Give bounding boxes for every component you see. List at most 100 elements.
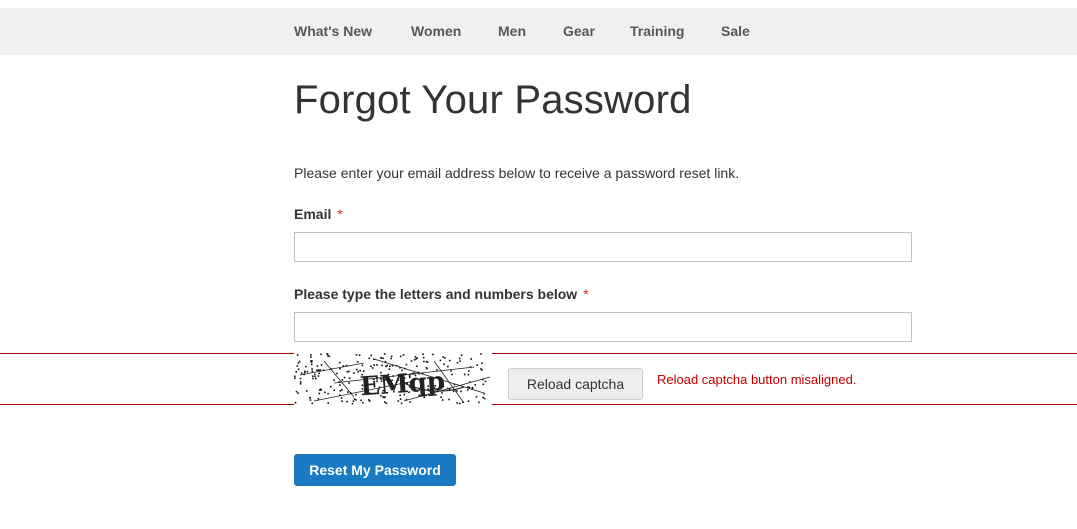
captcha-noise-dot bbox=[464, 373, 466, 376]
nav-item-training[interactable]: Training bbox=[630, 8, 684, 55]
captcha-noise-dot bbox=[317, 397, 320, 400]
captcha-noise-dot bbox=[353, 372, 355, 374]
captcha-noise-dot bbox=[483, 397, 486, 400]
captcha-noise-dot bbox=[451, 373, 453, 376]
captcha-noise-dot bbox=[482, 383, 485, 386]
captcha-noise-dot bbox=[410, 360, 413, 362]
captcha-noise-dot bbox=[385, 402, 388, 405]
captcha-noise-dot bbox=[333, 379, 335, 381]
captcha-noise-dot bbox=[452, 390, 455, 393]
captcha-noise-dot bbox=[459, 402, 461, 405]
captcha-noise-dot bbox=[315, 377, 317, 380]
captcha-noise-dot bbox=[341, 400, 343, 402]
captcha-noise-dot bbox=[444, 357, 446, 359]
captcha-noise-dot bbox=[470, 358, 472, 360]
captcha-noise-dot bbox=[340, 397, 343, 399]
captcha-noise-dot bbox=[296, 365, 299, 367]
captcha-noise-dot bbox=[298, 360, 301, 363]
captcha-noise-dot bbox=[305, 365, 307, 368]
captcha-noise-dot bbox=[306, 370, 309, 373]
main-navigation: What's New Women Men Gear Training Sale bbox=[0, 8, 1077, 55]
captcha-noise-dot bbox=[341, 379, 344, 381]
captcha-noise-dot bbox=[347, 391, 349, 393]
captcha-noise-dot bbox=[415, 358, 417, 360]
captcha-noise-dot bbox=[330, 385, 332, 388]
captcha-noise-dot bbox=[339, 390, 342, 392]
captcha-noise-dot bbox=[317, 375, 320, 377]
captcha-noise-dot bbox=[484, 380, 487, 383]
captcha-noise-dot bbox=[355, 368, 358, 371]
captcha-noise-dot bbox=[416, 365, 418, 367]
required-marker: * bbox=[337, 206, 343, 222]
captcha-noise-dot bbox=[399, 355, 402, 358]
page-title: Forgot Your Password bbox=[294, 78, 692, 122]
captcha-noise-dot bbox=[439, 359, 442, 362]
captcha-noise-dot bbox=[320, 353, 322, 356]
captcha-noise-dot bbox=[432, 353, 434, 356]
captcha-noise-dot bbox=[383, 401, 386, 403]
captcha-noise-dot bbox=[305, 390, 308, 392]
captcha-noise-dot bbox=[389, 365, 391, 368]
captcha-noise-dot bbox=[358, 354, 361, 356]
captcha-image: EMqp bbox=[294, 353, 492, 405]
captcha-noise-dot bbox=[456, 402, 458, 404]
captcha-noise-dot bbox=[297, 362, 300, 364]
captcha-noise-dot bbox=[476, 364, 478, 366]
captcha-noise-dot bbox=[338, 361, 341, 364]
captcha-input[interactable] bbox=[294, 312, 912, 342]
captcha-noise-dot bbox=[468, 370, 470, 372]
captcha-noise-dot bbox=[333, 389, 336, 391]
captcha-label: Please type the letters and numbers belo… bbox=[294, 286, 589, 302]
email-label: Email * bbox=[294, 206, 343, 222]
captcha-noise-dot bbox=[319, 369, 322, 371]
annotation-note: Reload captcha button misaligned. bbox=[657, 372, 857, 387]
captcha-noise-dot bbox=[320, 364, 323, 366]
captcha-noise-dot bbox=[352, 400, 355, 402]
captcha-noise-dot bbox=[316, 365, 319, 367]
email-field[interactable] bbox=[294, 232, 912, 262]
captcha-noise-dot bbox=[368, 357, 371, 360]
captcha-noise-dot bbox=[311, 370, 314, 373]
nav-item-women[interactable]: Women bbox=[411, 8, 461, 55]
captcha-noise-dot bbox=[295, 390, 298, 393]
captcha-noise-dot bbox=[299, 381, 302, 383]
captcha-noise-dot bbox=[381, 364, 383, 367]
captcha-noise-dot bbox=[324, 391, 326, 394]
captcha-noise-dot bbox=[336, 372, 338, 375]
captcha-noise-dot bbox=[385, 365, 387, 368]
nav-item-men[interactable]: Men bbox=[498, 8, 526, 55]
nav-item-gear[interactable]: Gear bbox=[563, 8, 595, 55]
email-label-text: Email bbox=[294, 206, 332, 222]
captcha-noise-dot bbox=[310, 356, 312, 358]
highlight-line-top bbox=[0, 353, 1077, 354]
nav-item-sale[interactable]: Sale bbox=[721, 8, 750, 55]
captcha-noise-dot bbox=[355, 393, 357, 396]
captcha-noise-dot bbox=[343, 376, 346, 379]
captcha-noise-dot bbox=[382, 357, 384, 360]
captcha-noise-dot bbox=[402, 354, 405, 356]
captcha-noise-dot bbox=[467, 389, 469, 391]
captcha-noise-dot bbox=[311, 368, 313, 370]
captcha-noise-dot bbox=[460, 390, 462, 393]
captcha-noise-dot bbox=[299, 383, 302, 385]
reset-password-button[interactable]: Reset My Password bbox=[294, 454, 456, 486]
captcha-noise-dot bbox=[317, 369, 320, 371]
captcha-noise-dot bbox=[448, 398, 450, 401]
captcha-noise-dot bbox=[371, 367, 374, 369]
captcha-noise-dot bbox=[309, 399, 312, 401]
reload-captcha-button[interactable]: Reload captcha bbox=[508, 368, 643, 400]
captcha-noise-dot bbox=[309, 397, 311, 399]
captcha-noise-dot bbox=[311, 402, 314, 405]
captcha-noise-dot bbox=[311, 375, 314, 377]
captcha-noise-dot bbox=[327, 392, 329, 395]
captcha-noise-dot bbox=[442, 356, 444, 358]
captcha-noise-dot bbox=[397, 400, 400, 402]
nav-item-whats-new[interactable]: What's New bbox=[294, 8, 372, 55]
captcha-noise-dot bbox=[351, 402, 354, 405]
captcha-noise-dot bbox=[346, 371, 349, 373]
captcha-noise-dot bbox=[310, 360, 312, 362]
captcha-noise-dot bbox=[339, 384, 341, 386]
captcha-noise-dot bbox=[361, 364, 364, 367]
captcha-noise-dot bbox=[310, 354, 312, 356]
captcha-noise-dot bbox=[383, 353, 386, 355]
